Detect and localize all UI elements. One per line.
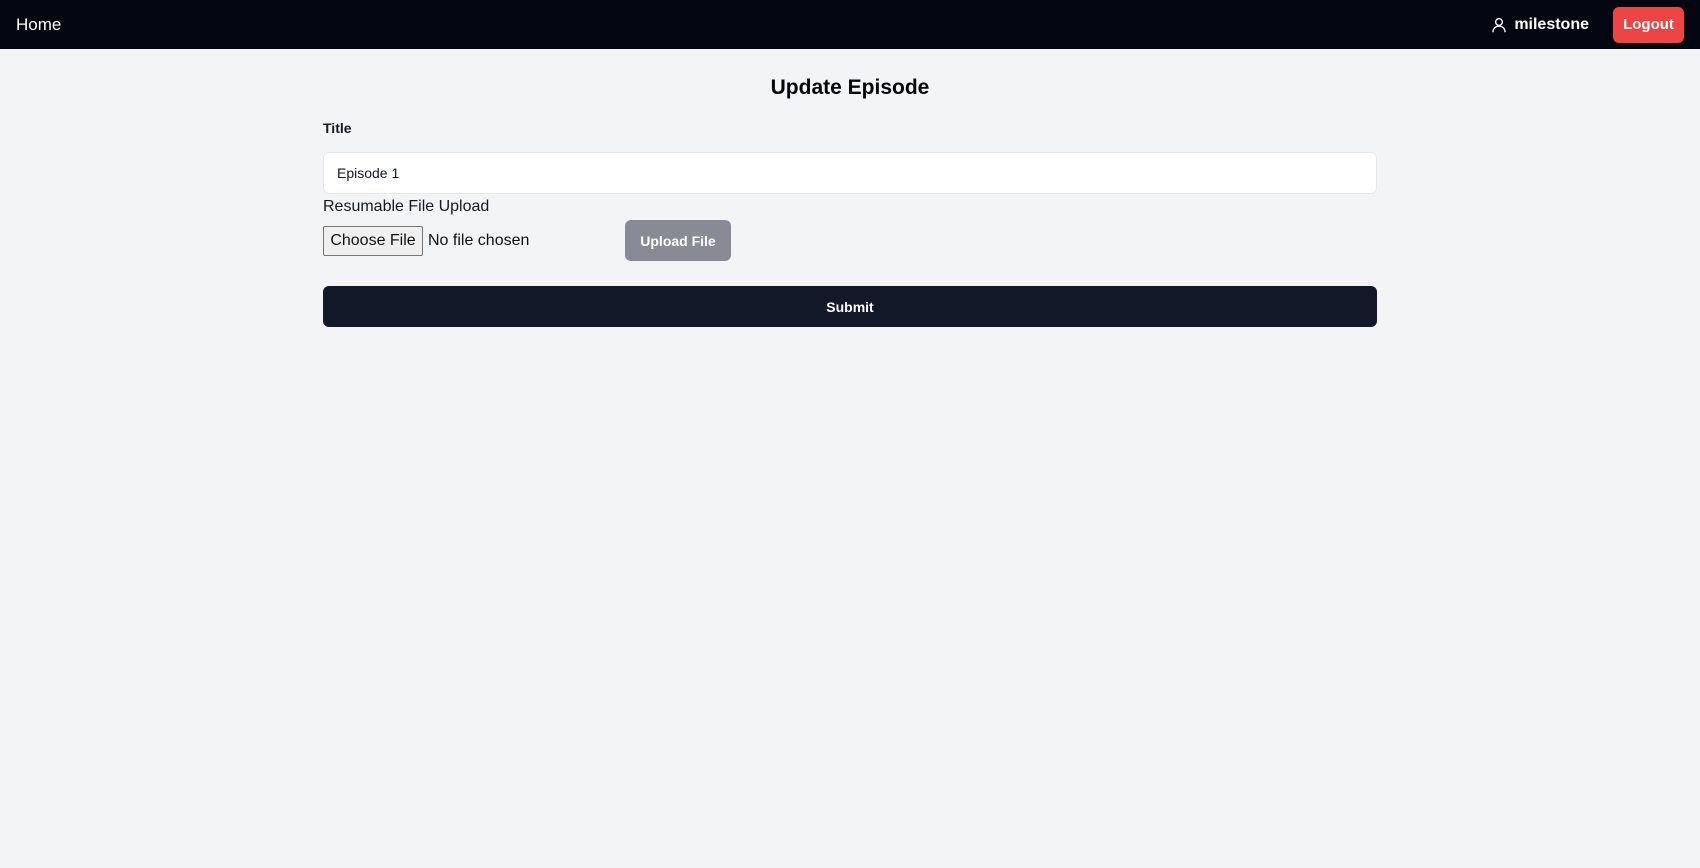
- top-navbar: Home milestone Logout: [0, 0, 1700, 49]
- home-link[interactable]: Home: [16, 15, 61, 35]
- upload-row: Choose File No file chosen Upload File: [323, 220, 1377, 261]
- user-info: milestone: [1490, 16, 1589, 34]
- page-title: Update Episode: [770, 76, 930, 99]
- navbar-right: milestone Logout: [1490, 6, 1684, 43]
- main-content: Update Episode Title Resumable File Uplo…: [323, 49, 1377, 327]
- file-status-text: No file chosen: [428, 231, 530, 249]
- username: milestone: [1514, 15, 1589, 33]
- submit-button[interactable]: Submit: [323, 286, 1377, 327]
- choose-file-button[interactable]: Choose File: [323, 225, 423, 256]
- upload-file-button[interactable]: Upload File: [625, 220, 731, 261]
- upload-label: Resumable File Upload: [323, 198, 490, 215]
- logout-button[interactable]: Logout: [1613, 6, 1684, 43]
- title-input[interactable]: [323, 152, 1377, 194]
- user-icon: [1490, 16, 1508, 34]
- title-field-label: Title: [323, 120, 352, 136]
